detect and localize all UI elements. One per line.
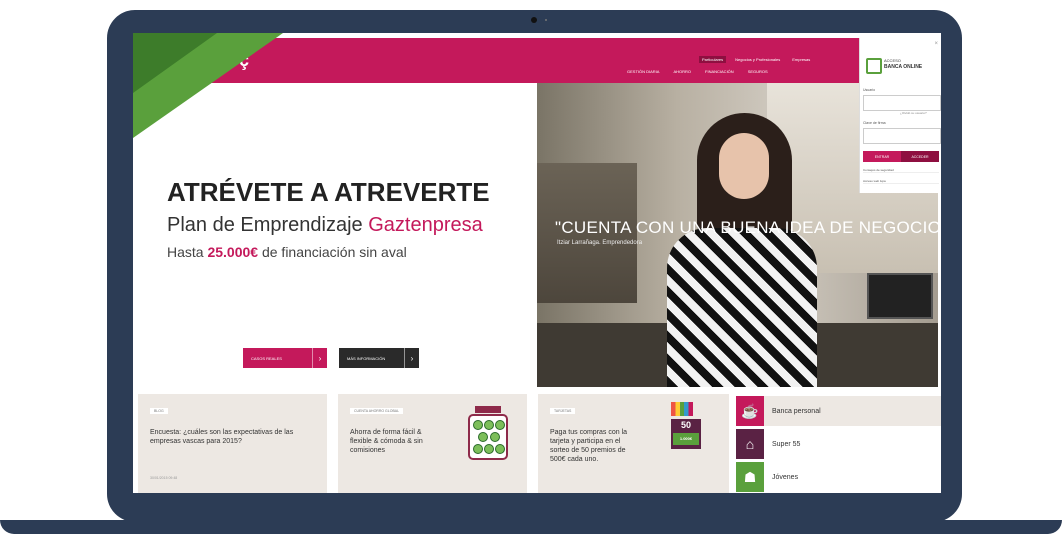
mas-informacion-label: MÁS INFORMACIÓN bbox=[347, 355, 386, 361]
lock-icon bbox=[866, 58, 882, 74]
login-title-big: BANCA ONLINE bbox=[884, 64, 923, 70]
login-title: ACCESO BANCA ONLINE bbox=[884, 58, 922, 70]
nav-financiacion[interactable]: FINANCIACIÓN bbox=[705, 69, 734, 74]
photo-person-body bbox=[667, 228, 817, 387]
chevron-right-icon: › bbox=[312, 348, 327, 368]
coin-icon bbox=[473, 444, 483, 454]
camera-icon bbox=[531, 17, 537, 23]
armchair-icon: ⌂ bbox=[736, 429, 764, 459]
side-link-label: Jóvenes bbox=[772, 473, 799, 481]
credit-cards-icon bbox=[671, 402, 693, 416]
coin-icon bbox=[495, 444, 505, 454]
hero-title: ATRÉVETE A ATREVERTE bbox=[167, 177, 490, 207]
blog-tile[interactable]: BLOG Encuesta: ¿cuáles son las expectati… bbox=[138, 394, 327, 493]
tab-negocios[interactable]: Negocios y Profesionales bbox=[732, 56, 783, 63]
mas-informacion-button[interactable]: MÁS INFORMACIÓN › bbox=[339, 348, 419, 368]
coffee-cup-icon: ☕ bbox=[736, 396, 764, 426]
side-link-jovenes[interactable]: ☗ Jóvenes bbox=[736, 462, 941, 492]
user-input[interactable] bbox=[863, 95, 941, 111]
hero-subtitle-accent: Gaztenpresa bbox=[368, 214, 483, 236]
photo-person-face bbox=[719, 133, 769, 199]
security-tips-link[interactable]: Consejos de seguridad bbox=[863, 168, 939, 173]
casos-reales-button[interactable]: CASOS REALES › bbox=[243, 348, 327, 368]
login-panel: × ACCESO BANCA ONLINE Usuario ¿Olvidó su … bbox=[859, 38, 941, 193]
tile-text: Ahorra de forma fácil & flexible & cómod… bbox=[350, 429, 423, 454]
tile-date: 30/01/2015 09:48 bbox=[150, 476, 178, 480]
tile-tag: CUENTA AHORRO GLOBAL bbox=[350, 408, 404, 414]
coin-icon bbox=[473, 420, 483, 430]
coin-icon bbox=[484, 420, 494, 430]
close-icon[interactable]: × bbox=[934, 41, 938, 47]
tile-tag: TARJETAS bbox=[550, 408, 576, 414]
nav-gestion-diaria[interactable]: GESTIÓN DIARIA bbox=[627, 69, 659, 74]
casos-reales-label: CASOS REALES bbox=[251, 355, 282, 361]
side-link-label: Super 55 bbox=[772, 440, 801, 448]
segment-tabs: Particulares Negocios y Profesionales Em… bbox=[699, 56, 813, 63]
laptop-base bbox=[0, 520, 1062, 534]
side-link-label: Banca personal bbox=[772, 407, 821, 415]
user-label: Usuario bbox=[863, 88, 876, 92]
nav-seguros[interactable]: SEGUROS bbox=[748, 69, 768, 74]
side-link-super-55[interactable]: ⌂ Super 55 bbox=[736, 429, 941, 459]
tile-tag: BLOG bbox=[150, 408, 168, 414]
side-link-banca-personal[interactable]: ☕ Banca personal bbox=[736, 396, 941, 426]
hero-line3-suffix: de financiación sin aval bbox=[258, 244, 407, 260]
hero-amount: 25.000€ bbox=[207, 244, 259, 260]
forgot-user-link[interactable]: ¿Olvidó su usuario? bbox=[900, 111, 927, 115]
jar-lid-icon bbox=[475, 406, 501, 413]
chevron-right-icon: › bbox=[404, 348, 419, 368]
hero-quote: "CUENTA CON UNA BUENA IDEA DE NEGOCIO" bbox=[555, 218, 938, 237]
browser-screen: LABORAL ç kutxa Particulares Negocios y … bbox=[133, 33, 941, 493]
hero-subtitle-prefix: Plan de Emprendizaje bbox=[167, 214, 369, 236]
cards-tile[interactable]: TARJETAS Paga tus compras con la tarjeta… bbox=[538, 394, 729, 493]
backpack-icon: ☗ bbox=[736, 462, 764, 492]
nav-ahorro[interactable]: AHORRO bbox=[673, 69, 691, 74]
coin-icon bbox=[478, 432, 488, 442]
hero-line3-prefix: Hasta bbox=[167, 244, 208, 260]
tile-text: Paga tus compras con la tarjeta y partic… bbox=[550, 429, 628, 463]
hero-financing-line: Hasta 25.000€ de financiación sin aval bbox=[167, 244, 407, 260]
main-nav: GESTIÓN DIARIA AHORRO FINANCIACIÓN SEGUR… bbox=[627, 69, 768, 74]
tab-empresas[interactable]: Empresas bbox=[789, 56, 813, 63]
savings-jar-icon bbox=[468, 414, 508, 460]
password-label: Clave de firma bbox=[863, 121, 886, 125]
login-title-small: ACCESO bbox=[884, 58, 901, 63]
password-input[interactable] bbox=[863, 128, 941, 144]
hero-subtitle: Plan de Emprendizaje Gaztenpresa bbox=[167, 214, 483, 237]
prize-badge-top: 50 bbox=[680, 420, 691, 430]
tile-text: Encuesta: ¿cuáles son las expectativas d… bbox=[150, 429, 294, 445]
enter-button[interactable]: ENTRAR bbox=[863, 151, 901, 162]
hero-quote-author: Itziar Larrañaga. Emprendedora bbox=[557, 240, 643, 246]
access-button[interactable]: ACCEDER bbox=[901, 151, 939, 162]
photo-monitor bbox=[867, 273, 933, 319]
coin-icon bbox=[495, 420, 505, 430]
prize-badge: 50 1.000€ bbox=[671, 419, 701, 449]
coin-icon bbox=[490, 432, 500, 442]
tab-particulares[interactable]: Particulares bbox=[699, 56, 727, 63]
web-access-link[interactable]: Acceso web lupa bbox=[863, 179, 939, 184]
prize-badge-bottom: 1.000€ bbox=[673, 433, 699, 445]
savings-tile[interactable]: CUENTA AHORRO GLOBAL Ahorra de forma fác… bbox=[338, 394, 527, 493]
coin-icon bbox=[484, 444, 494, 454]
camera-sensor-icon bbox=[545, 19, 547, 21]
decorative-stripe-dark bbox=[133, 33, 217, 93]
